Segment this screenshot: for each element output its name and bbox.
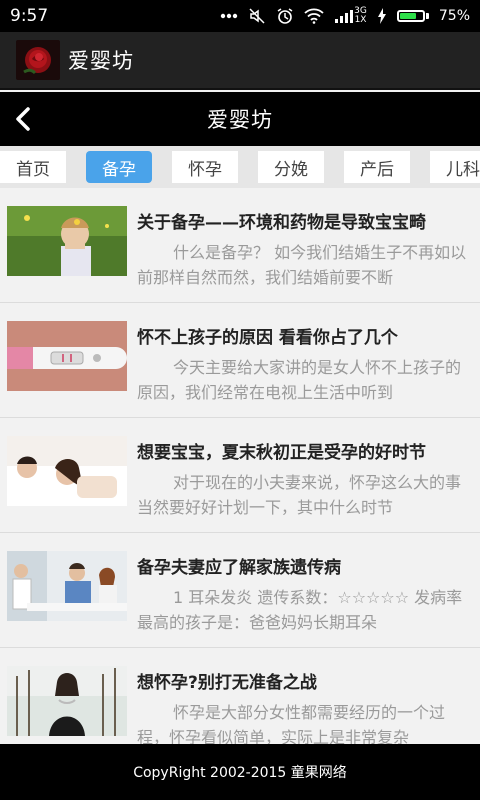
app-title: 爱婴坊 [68, 49, 134, 73]
article-thumbnail [7, 321, 127, 391]
back-button[interactable] [12, 106, 36, 132]
article-summary: 怀孕是大部分女性都需要经历的一个过程，怀孕看似简单，实际上是非常复杂 [137, 703, 446, 744]
signal-icon: 3G 1X [334, 7, 367, 25]
app-bar: 爱婴坊 [0, 32, 480, 90]
more-dots-icon [220, 13, 238, 19]
list-item[interactable]: 怀不上孩子的原因 看看你占了几个 今天主要给大家讲的是女人怀不上孩子的原因，我们… [0, 303, 480, 418]
list-item[interactable]: 备孕夫妻应了解家族遗传病 1 耳朵发炎 遗传系数：☆☆☆☆☆ 发病率最高的孩子是… [0, 533, 480, 648]
status-time: 9:57 [10, 6, 49, 26]
nav-bar: 爱婴坊 [0, 92, 480, 146]
tab-home[interactable]: 首页 [0, 151, 66, 183]
list-item[interactable]: 关于备孕——环境和药物是导致宝宝畸 什么是备孕？ 如今我们结婚生子不再如以前那样… [0, 188, 480, 303]
article-list: 关于备孕——环境和药物是导致宝宝畸 什么是备孕？ 如今我们结婚生子不再如以前那样… [0, 188, 480, 744]
mute-icon [248, 7, 266, 25]
alarm-icon [276, 7, 294, 25]
article-thumbnail [7, 666, 127, 736]
article-thumbnail [7, 206, 127, 276]
network-type: 3G 1X [354, 7, 367, 25]
article-title: 想要宝宝，夏末秋初正是受孕的好时节 [137, 443, 426, 463]
article-title: 备孕夫妻应了解家族遗传病 [137, 558, 341, 578]
article-summary: 今天主要给大家讲的是女人怀不上孩子的原因，我们经常在电视上生活中听到 [137, 358, 462, 402]
battery-icon [396, 10, 429, 22]
article-title: 关于备孕——环境和药物是导致宝宝畸 [137, 213, 426, 233]
chevron-left-icon [16, 107, 30, 131]
status-icons: 3G 1X 75% [220, 7, 470, 25]
battery-fill [399, 13, 417, 19]
list-item[interactable]: 想要宝宝，夏末秋初正是受孕的好时节 对于现在的小夫妻来说，怀孕这么大的事当然要好… [0, 418, 480, 533]
rose-logo [16, 40, 60, 80]
article-summary: 什么是备孕？ 如今我们结婚生子不再如以前那样自然而然，我们结婚前要不断 [137, 243, 467, 287]
charging-icon [377, 8, 387, 24]
footer: CopyRight 2002-2015 童果网络 [0, 744, 480, 800]
article-summary: 1 耳朵发炎 遗传系数：☆☆☆☆☆ 发病率最高的孩子是：爸爸妈妈长期耳朵 [137, 588, 463, 632]
tab-postpartum[interactable]: 产后 [344, 151, 410, 183]
article-title: 想怀孕?别打无准备之战 [137, 673, 317, 693]
article-summary: 对于现在的小夫妻来说，怀孕这么大的事当然要好好计划一下，其中什么时节 [137, 473, 462, 517]
list-item[interactable]: 想怀孕?别打无准备之战 怀孕是大部分女性都需要经历的一个过程，怀孕看似简单，实际… [0, 648, 480, 744]
wifi-icon [304, 8, 324, 24]
category-tabs: 首页 备孕 怀孕 分娩 产后 儿科 [0, 146, 480, 188]
tab-childbirth[interactable]: 分娩 [258, 151, 324, 183]
article-thumbnail [7, 436, 127, 506]
copyright-text: CopyRight 2002-2015 童果网络 [133, 765, 347, 781]
battery-percent: 75% [438, 8, 470, 24]
tab-pregnancy[interactable]: 怀孕 [172, 151, 238, 183]
page-title: 爱婴坊 [207, 108, 273, 132]
article-title: 怀不上孩子的原因 看看你占了几个 [137, 328, 398, 348]
status-bar: 9:57 3G 1X 75% [0, 0, 480, 32]
tab-preconception[interactable]: 备孕 [86, 151, 152, 183]
article-thumbnail [7, 551, 127, 621]
network-type-bottom: 1X [354, 15, 367, 25]
tab-pediatrics[interactable]: 儿科 [430, 151, 480, 183]
